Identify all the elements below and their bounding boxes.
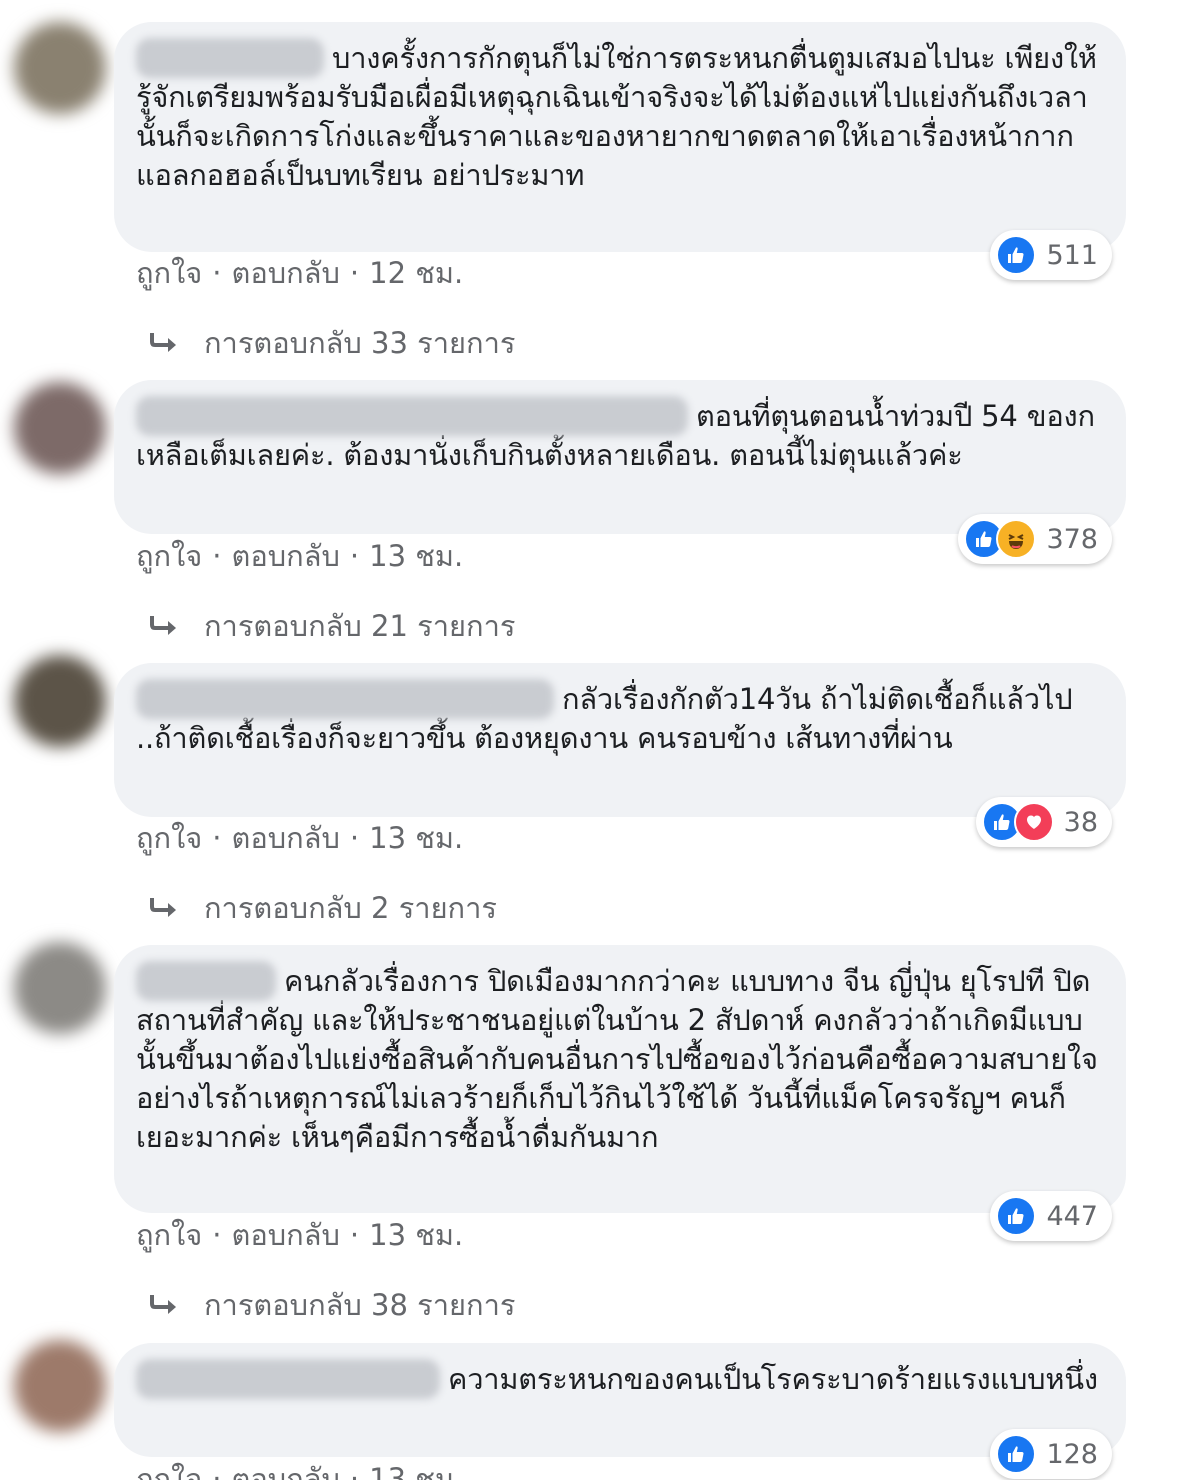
author-name[interactable] xyxy=(136,961,276,1001)
comment-text: กลัวเรื่องกักตัว14วัน ถ้าไม่ติดเชื้อก็แล… xyxy=(136,679,1102,758)
view-replies-link[interactable]: การตอบกลับ 21 รายการ xyxy=(148,603,515,649)
comment-bubble: กลัวเรื่องกักตัว14วัน ถ้าไม่ติดเชื้อก็แล… xyxy=(114,663,1126,847)
reaction-summary[interactable]: 447 xyxy=(990,1191,1112,1241)
comment-actions: ถูกใจ · ตอบกลับ · 13 ชม. xyxy=(136,815,463,861)
reply-arrow-icon xyxy=(150,616,176,635)
reaction-count: 378 xyxy=(1046,523,1098,555)
replies-label: การตอบกลับ 33 รายการ xyxy=(204,326,516,360)
reply-button[interactable]: ตอบกลับ xyxy=(232,815,340,861)
comment-text: ความตระหนกของคนเป็นโรคระบาดร้ายแรงแบบหนึ… xyxy=(136,1359,1102,1399)
comment-actions: ถูกใจ · ตอบกลับ · 13 ชม. xyxy=(136,1456,463,1480)
reaction-summary[interactable]: 378 xyxy=(958,514,1112,564)
comment-bubble: ความตระหนกของคนเป็นโรคระบาดร้ายแรงแบบหนึ… xyxy=(114,1343,1126,1479)
haha-reaction-icon xyxy=(996,519,1037,559)
like-reaction-icon xyxy=(996,1196,1037,1236)
view-replies-link[interactable]: การตอบกลับ 33 รายการ xyxy=(148,320,515,366)
like-button[interactable]: ถูกใจ xyxy=(136,1456,202,1480)
avatar[interactable] xyxy=(14,382,106,474)
reply-arrow-icon xyxy=(150,898,176,917)
reaction-summary[interactable]: 128 xyxy=(990,1429,1112,1479)
author-name[interactable] xyxy=(136,396,688,436)
like-reaction-icon xyxy=(996,1434,1037,1474)
replies-label: การตอบกลับ 38 รายการ xyxy=(204,1288,516,1322)
replies-label: การตอบกลับ 21 รายการ xyxy=(204,609,516,643)
comment-bubble: ตอนที่ตุนตอนน้ำท่วมปี 54 ของกเหลือเต็มเล… xyxy=(114,380,1126,564)
reply-button[interactable]: ตอบกลับ xyxy=(232,250,340,296)
avatar[interactable] xyxy=(14,942,106,1034)
like-button[interactable]: ถูกใจ xyxy=(136,1212,202,1258)
timestamp[interactable]: 13 ชม. xyxy=(369,1212,463,1258)
like-reaction-icon xyxy=(996,235,1037,275)
dot-separator: · xyxy=(212,1462,222,1480)
comment-bubble: บางครั้งการกักตุนก็ไม่ใช่การตระหนกตื่นตู… xyxy=(114,22,1126,280)
author-name[interactable] xyxy=(136,679,554,719)
like-button[interactable]: ถูกใจ xyxy=(136,533,202,579)
dot-separator: · xyxy=(212,821,222,855)
dot-separator: · xyxy=(349,539,360,573)
comment-feed: บางครั้งการกักตุนก็ไม่ใช่การตระหนกตื่นตู… xyxy=(0,0,1200,1480)
comment-actions: ถูกใจ · ตอบกลับ · 13 ชม. xyxy=(136,1212,463,1258)
view-replies-link[interactable]: การตอบกลับ 38 รายการ xyxy=(148,1282,515,1328)
dot-separator: · xyxy=(212,539,222,573)
reply-button[interactable]: ตอบกลับ xyxy=(232,533,340,579)
reply-arrow-icon xyxy=(150,333,176,352)
like-button[interactable]: ถูกใจ xyxy=(136,250,202,296)
reaction-count: 511 xyxy=(1046,239,1098,271)
dot-separator: · xyxy=(212,256,222,290)
dot-separator: · xyxy=(349,256,360,290)
love-reaction-icon xyxy=(1013,802,1054,842)
reaction-summary[interactable]: 38 xyxy=(975,797,1112,847)
dot-separator: · xyxy=(349,821,360,855)
comment-actions: ถูกใจ · ตอบกลับ · 13 ชม. xyxy=(136,533,463,579)
reply-button[interactable]: ตอบกลับ xyxy=(232,1212,340,1258)
dot-separator: · xyxy=(349,1462,360,1480)
dot-separator: · xyxy=(349,1218,360,1252)
reaction-count: 38 xyxy=(1063,806,1098,838)
avatar[interactable] xyxy=(14,22,106,114)
view-replies-link[interactable]: การตอบกลับ 2 รายการ xyxy=(148,885,497,931)
comment-bubble: คนกลัวเรื่องการ ปิดเมืองมากกว่าคะ แบบทาง… xyxy=(114,945,1126,1241)
reaction-summary[interactable]: 511 xyxy=(990,230,1112,280)
comment-text: ตอนที่ตุนตอนน้ำท่วมปี 54 ของกเหลือเต็มเล… xyxy=(136,396,1102,475)
replies-label: การตอบกลับ 2 รายการ xyxy=(204,891,497,925)
timestamp[interactable]: 13 ชม. xyxy=(369,815,463,861)
comment-text: คนกลัวเรื่องการ ปิดเมืองมากกว่าคะ แบบทาง… xyxy=(136,961,1102,1157)
comment-text: บางครั้งการกักตุนก็ไม่ใช่การตระหนกตื่นตู… xyxy=(136,38,1102,195)
timestamp[interactable]: 13 ชม. xyxy=(369,533,463,579)
avatar[interactable] xyxy=(14,655,106,747)
reaction-count: 447 xyxy=(1046,1200,1098,1232)
timestamp[interactable]: 12 ชม. xyxy=(369,250,463,296)
reply-arrow-icon xyxy=(150,1295,176,1314)
reaction-count: 128 xyxy=(1046,1438,1098,1470)
dot-separator: · xyxy=(212,1218,222,1252)
comment-actions: ถูกใจ · ตอบกลับ · 12 ชม. xyxy=(136,250,463,296)
avatar[interactable] xyxy=(14,1340,106,1432)
timestamp[interactable]: 13 ชม. xyxy=(369,1456,463,1480)
author-name[interactable] xyxy=(136,1359,440,1399)
like-button[interactable]: ถูกใจ xyxy=(136,815,202,861)
reply-button[interactable]: ตอบกลับ xyxy=(232,1456,340,1480)
author-name[interactable] xyxy=(136,38,324,78)
